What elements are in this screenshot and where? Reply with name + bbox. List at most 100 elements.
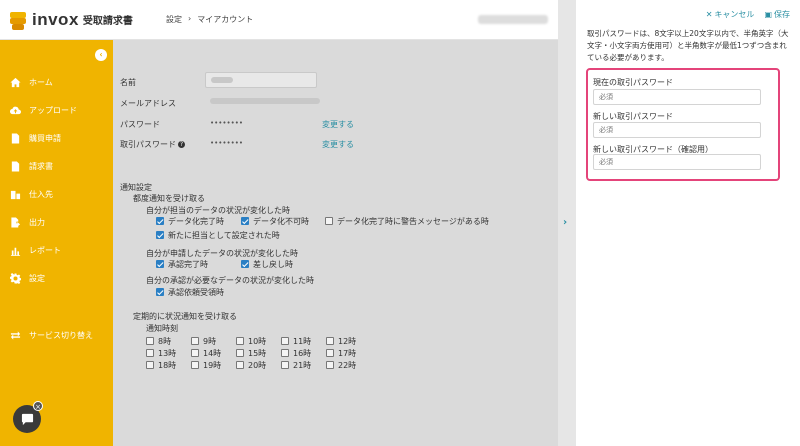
hour-checkbox[interactable] bbox=[326, 361, 334, 369]
hour-checkbox[interactable] bbox=[191, 337, 199, 345]
breadcrumb: 設定 › マイアカウント bbox=[166, 14, 253, 25]
cancel-button[interactable]: ✕ キャンセル bbox=[706, 9, 755, 20]
name-value bbox=[211, 77, 233, 83]
logo-text: invox bbox=[32, 9, 79, 29]
hour-checkbox[interactable] bbox=[146, 361, 154, 369]
close-icon: ✕ bbox=[705, 10, 713, 19]
hour-checkbox[interactable] bbox=[326, 337, 334, 345]
hour-checkbox[interactable] bbox=[191, 361, 199, 369]
chat-icon bbox=[21, 413, 33, 425]
sidebar-item-export[interactable]: 出力 bbox=[0, 212, 113, 232]
hour-checkbox[interactable] bbox=[236, 337, 244, 345]
invoice-icon bbox=[9, 160, 21, 172]
sidebar-item-label: サービス切り替え bbox=[29, 330, 93, 340]
sidebar-item-label: 請求書 bbox=[29, 161, 53, 171]
tx-password-label: 取引パスワード bbox=[120, 140, 176, 149]
panel-actions: ✕ キャンセル ▣ 保存 bbox=[706, 9, 790, 20]
notification-title: 通知設定 bbox=[120, 183, 152, 192]
sidebar-item-purchase[interactable]: 購買申請 bbox=[0, 128, 113, 148]
chat-close-button[interactable]: × bbox=[33, 401, 43, 411]
breadcrumb-my-account: マイアカウント bbox=[197, 15, 254, 24]
tx-password-value: •••••••• bbox=[210, 139, 244, 147]
breadcrumb-settings[interactable]: 設定 bbox=[166, 14, 182, 25]
name-label: 名前 bbox=[120, 78, 136, 87]
password-requirement-text: 取引パスワードは、8文字以上20文字以内で、半角英字（大文字・小文字両方使用可）… bbox=[587, 29, 789, 62]
checkbox-label: 新たに担当として設定された時 bbox=[168, 231, 280, 240]
change-tx-password-link[interactable]: 変更する bbox=[322, 139, 354, 150]
current-password-input[interactable] bbox=[593, 89, 761, 105]
sidebar-item-label: 設定 bbox=[29, 273, 45, 283]
hour-checkbox[interactable] bbox=[236, 349, 244, 357]
sidebar-item-switch-service[interactable]: サービス切り替え bbox=[0, 325, 113, 345]
hour-label: 18時 bbox=[158, 361, 177, 370]
chevron-right-icon[interactable]: › bbox=[563, 217, 567, 228]
help-icon[interactable]: ? bbox=[178, 141, 185, 148]
checkbox-label: 承認依頼受領時 bbox=[168, 288, 224, 297]
hour-checkbox[interactable] bbox=[146, 337, 154, 345]
periodic-notification-heading: 定期的に状況通知を受け取る bbox=[133, 312, 237, 321]
sidebar-item-label: 仕入先 bbox=[29, 189, 53, 199]
sidebar-item-settings[interactable]: 設定 bbox=[0, 268, 113, 288]
hour-label: 12時 bbox=[338, 337, 357, 346]
hour-label: 21時 bbox=[293, 361, 312, 370]
new-password-label: 新しい取引パスワード bbox=[593, 112, 673, 121]
hour-checkbox[interactable] bbox=[236, 361, 244, 369]
top-header: invox 受取請求書 設定 › マイアカウント bbox=[0, 0, 558, 40]
checkbox-warning-message[interactable] bbox=[325, 217, 333, 225]
sidebar-item-invoice[interactable]: 請求書 bbox=[0, 156, 113, 176]
sidebar-item-upload[interactable]: アップロード bbox=[0, 100, 113, 120]
logo-icon bbox=[8, 11, 28, 30]
hour-checkbox[interactable] bbox=[326, 349, 334, 357]
sidebar-item-label: アップロード bbox=[29, 105, 77, 115]
building-icon bbox=[9, 189, 21, 200]
checkbox-data-failed[interactable] bbox=[241, 217, 249, 225]
hour-label: 16時 bbox=[293, 349, 312, 358]
password-label: パスワード bbox=[120, 120, 160, 129]
hour-label: 11時 bbox=[293, 337, 312, 346]
document-icon bbox=[9, 132, 21, 144]
checkbox-newly-assigned[interactable] bbox=[156, 231, 164, 239]
hour-label: 15時 bbox=[248, 349, 267, 358]
confirm-password-input[interactable] bbox=[593, 154, 761, 170]
app-logo[interactable]: invox 受取請求書 bbox=[8, 10, 158, 30]
email-label: メールアドレス bbox=[120, 99, 176, 108]
user-menu[interactable] bbox=[478, 15, 548, 24]
new-password-input[interactable] bbox=[593, 122, 761, 138]
chart-icon bbox=[9, 245, 21, 256]
collapse-sidebar-button[interactable]: ‹ bbox=[95, 49, 107, 61]
account-settings-main: 名前 メールアドレス パスワード •••••••• 変更する 取引パスワード? … bbox=[113, 40, 558, 446]
upload-icon bbox=[9, 105, 21, 116]
hour-label: 20時 bbox=[248, 361, 267, 370]
sidebar-item-home[interactable]: ホーム bbox=[0, 72, 113, 92]
hour-checkbox[interactable] bbox=[281, 349, 289, 357]
current-password-label: 現在の取引パスワード bbox=[593, 78, 673, 87]
tx-password-label-row: 取引パスワード? bbox=[120, 139, 185, 150]
hour-label: 19時 bbox=[203, 361, 222, 370]
sidebar-item-report[interactable]: レポート bbox=[0, 240, 113, 260]
email-value bbox=[210, 98, 320, 104]
save-icon: ▣ bbox=[764, 10, 772, 19]
sidebar-item-label: レポート bbox=[29, 245, 61, 255]
sidebar-item-suppliers[interactable]: 仕入先 bbox=[0, 184, 113, 204]
logo-subtitle: 受取請求書 bbox=[82, 16, 133, 27]
breadcrumb-separator: › bbox=[188, 14, 192, 23]
hour-checkbox[interactable] bbox=[281, 337, 289, 345]
sidebar: ‹ ホーム アップロード 購買申請 請求書 仕入先 出力 レポート 設定 サービ… bbox=[0, 40, 113, 446]
sidebar-item-label: ホーム bbox=[29, 77, 53, 87]
hour-checkbox[interactable] bbox=[191, 349, 199, 357]
save-label: 保存 bbox=[774, 10, 790, 19]
each-notification-heading: 都度通知を受け取る bbox=[133, 194, 205, 203]
change-password-link[interactable]: 変更する bbox=[322, 119, 354, 130]
checkbox-returned[interactable] bbox=[241, 260, 249, 268]
checkbox-label: データ化完了時に警告メッセージがある時 bbox=[337, 217, 489, 226]
save-button[interactable]: ▣ 保存 bbox=[764, 9, 790, 20]
checkbox-data-complete[interactable] bbox=[156, 217, 164, 225]
hour-checkbox[interactable] bbox=[146, 349, 154, 357]
checkbox-approval-complete[interactable] bbox=[156, 260, 164, 268]
checkbox-approval-request[interactable] bbox=[156, 288, 164, 296]
hour-checkbox[interactable] bbox=[281, 361, 289, 369]
sidebar-item-label: 購買申請 bbox=[29, 133, 61, 143]
cancel-label: キャンセル bbox=[714, 10, 755, 19]
checkbox-label: 承認完了時 bbox=[168, 260, 208, 269]
notification-time-label: 通知時刻 bbox=[146, 324, 178, 333]
